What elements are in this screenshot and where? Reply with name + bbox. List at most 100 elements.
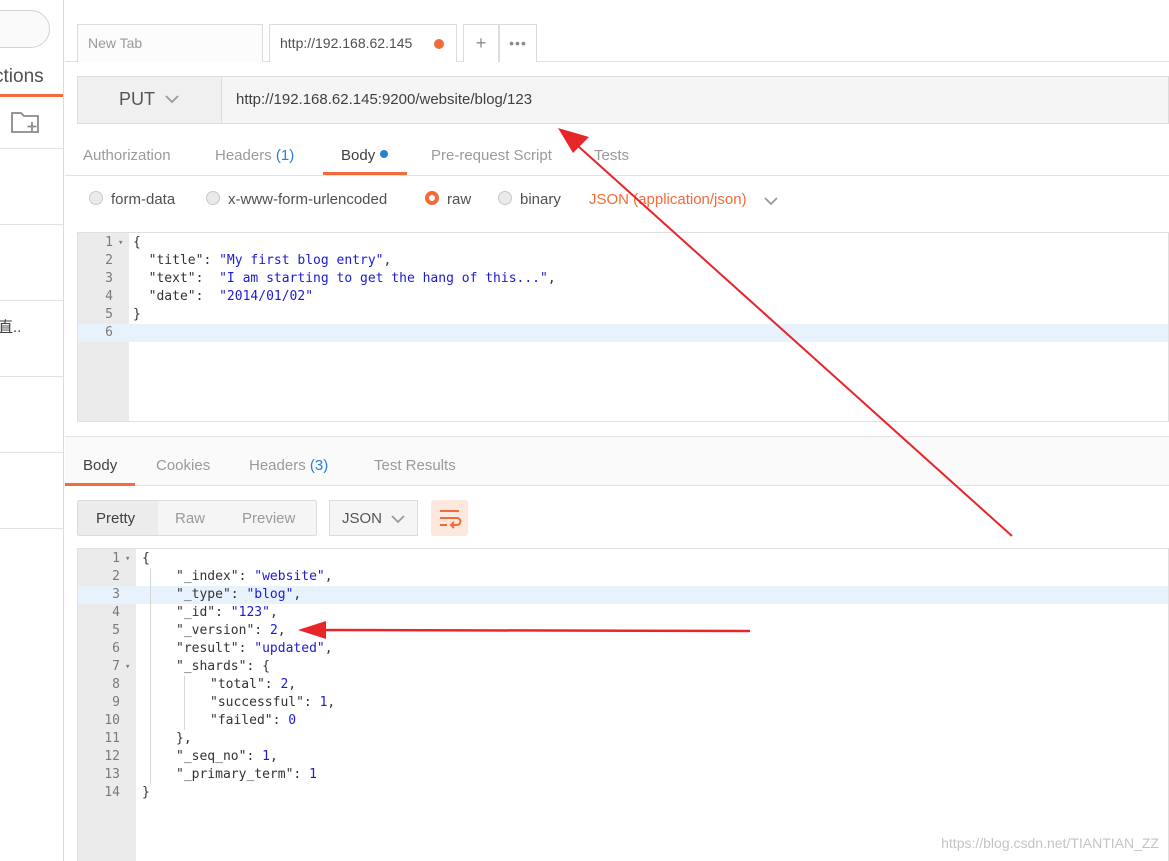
indent-guide [184, 676, 185, 730]
code-line: 9 "successful": 1, [78, 694, 1168, 712]
json-key: "_type" [176, 587, 231, 602]
response-tab-test-results[interactable]: Test Results [374, 457, 456, 474]
code-line: 3 "text": "I am starting to get the hang… [78, 270, 1168, 288]
request-url-bar: PUT http://192.168.62.145:9200/website/b… [77, 76, 1169, 124]
sidebar-search-input[interactable] [0, 10, 50, 48]
json-value: 1 [319, 695, 328, 710]
line-number: 6 [112, 641, 120, 656]
response-tab-body[interactable]: Body [83, 457, 117, 474]
json-value: "updated" [254, 641, 325, 656]
code-text: "_type": "blog", [176, 587, 302, 602]
radio-form-data[interactable]: form-data [89, 191, 175, 208]
tab-active-request[interactable]: http://192.168.62.145 [269, 24, 457, 62]
radio-label: binary [520, 191, 561, 208]
view-pretty-button[interactable]: Pretty [96, 510, 135, 527]
json-value: 1 [262, 749, 270, 764]
line-number: 1 [105, 235, 113, 250]
radio-urlencoded[interactable]: x-www-form-urlencoded [206, 191, 387, 208]
chevron-down-icon [391, 515, 405, 524]
radio-label: form-data [111, 191, 176, 208]
code-text: "_primary_term": 1 [176, 767, 317, 782]
json-value: 2 [280, 677, 289, 692]
sidebar-divider [0, 300, 63, 301]
radio-raw[interactable]: raw [425, 191, 471, 208]
wrap-lines-button[interactable] [431, 500, 468, 536]
new-tab-button[interactable]: + [463, 24, 499, 62]
postman-window: ctions 直.. New Tab http://192.168.62.145… [0, 0, 1169, 861]
radio-icon [498, 191, 512, 206]
tab-headers[interactable]: Headers (1) [215, 147, 294, 164]
headers-count: (1) [275, 147, 295, 164]
code-text: { [142, 551, 150, 566]
code-line: 2 "title": "My first blog entry", [78, 252, 1168, 270]
view-preview-button[interactable]: Preview [242, 510, 295, 527]
url-input[interactable]: http://192.168.62.145:9200/website/blog/… [236, 91, 532, 108]
code-line: 4 "date": "2014/01/02" [78, 288, 1168, 306]
radio-icon [89, 191, 103, 206]
watermark: https://blog.csdn.net/TIANTIAN_ZZ [941, 835, 1159, 851]
active-tab-underline [65, 483, 135, 486]
content-type-select[interactable]: JSON (application/json) [589, 191, 747, 208]
line-number: 3 [112, 587, 120, 602]
code-line: 14} [78, 784, 1168, 802]
response-view-toggle: Pretty Raw Preview [77, 500, 317, 536]
radio-label: raw [447, 191, 472, 208]
chevron-down-icon[interactable] [763, 194, 779, 208]
response-format-label: JSON [342, 510, 383, 527]
json-key: "result" [176, 641, 239, 656]
response-tab-headers-label: Headers [249, 457, 306, 474]
response-format-select[interactable]: JSON [329, 500, 418, 536]
more-tabs-button[interactable]: ••• [499, 24, 537, 62]
sidebar-divider [0, 376, 63, 377]
tab-tests[interactable]: Tests [594, 147, 629, 164]
active-tab-underline [323, 172, 407, 175]
json-key: "successful" [210, 695, 304, 710]
json-key: "_version" [176, 623, 255, 638]
radio-binary[interactable]: binary [498, 191, 561, 208]
json-value: { [262, 659, 270, 674]
line-number: 4 [105, 289, 113, 304]
fold-arrow-icon: ▾ [125, 554, 131, 564]
code-text: "_seq_no": 1, [176, 749, 278, 764]
json-key: "_seq_no" [176, 749, 247, 764]
code-text: } [133, 307, 141, 322]
code-line: 6 [78, 324, 1168, 342]
method-label: PUT [119, 89, 155, 109]
sidebar-divider [0, 452, 63, 453]
code-text: "date": "2014/01/02" [148, 289, 314, 304]
fold-arrow-icon: ▾ [118, 238, 124, 248]
code-line: 5 "_version": 2, [78, 622, 1168, 640]
response-tab-headers[interactable]: Headers (3) [249, 457, 328, 474]
sidebar-history-item[interactable]: 直.. [0, 316, 21, 337]
new-collection-icon[interactable] [10, 108, 42, 136]
code-line: 11}, [78, 730, 1168, 748]
json-key: "_primary_term" [176, 767, 294, 782]
response-body-viewer[interactable]: 1 ▾ {2 "_index": "website", 3 "_type": "blog"… [77, 548, 1169, 861]
tab-prerequest-script[interactable]: Pre-request Script [431, 147, 552, 164]
sidebar: ctions 直.. [0, 0, 64, 861]
tab-body[interactable]: Body [341, 147, 389, 164]
code-line: 10 "failed": 0 [78, 712, 1168, 730]
line-number: 4 [112, 605, 120, 620]
method-select[interactable]: PUT [78, 77, 222, 123]
view-raw-button[interactable]: Raw [175, 510, 205, 527]
json-key: "_index" [176, 569, 239, 584]
response-tab-cookies[interactable]: Cookies [156, 457, 210, 474]
line-number: 5 [112, 623, 120, 638]
json-value: "123" [230, 605, 270, 620]
json-key: "total" [210, 677, 265, 692]
request-body-editor[interactable]: 1 ▾ {2 "title": "My first blog entry", 3 "t… [77, 232, 1169, 422]
request-section-tabs: Authorization Headers (1) Body Pre-reque… [65, 138, 1169, 176]
unsaved-dot-icon [434, 39, 444, 49]
json-key: "_id" [176, 605, 216, 620]
line-number: 12 [104, 749, 120, 764]
sidebar-tab-collections[interactable]: ctions [0, 66, 44, 88]
code-text: { [133, 235, 141, 250]
json-key: "failed" [210, 713, 273, 728]
code-text: }, [176, 731, 192, 746]
tab-authorization[interactable]: Authorization [83, 147, 171, 164]
tab-new[interactable]: New Tab [77, 24, 263, 62]
body-type-radios: form-data x-www-form-urlencoded raw bina… [77, 188, 1169, 216]
line-number: 8 [112, 677, 120, 692]
sidebar-divider [0, 224, 63, 225]
